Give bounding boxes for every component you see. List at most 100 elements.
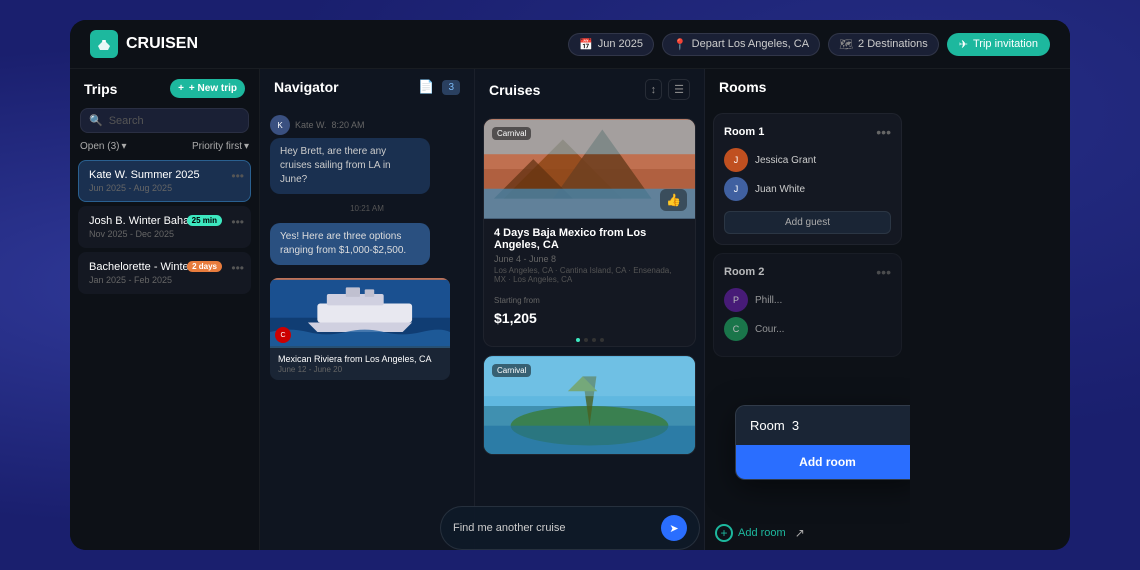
priority-filter-button[interactable]: Priority first ▾ (192, 141, 249, 152)
cruise-card-small[interactable]: C Mexican Riviera from Los Angeles, CA J… (270, 278, 450, 380)
add-guest-button[interactable]: Add guest (724, 211, 891, 234)
starting-from: Starting from (494, 296, 540, 305)
dot (600, 338, 604, 342)
date-pill[interactable]: 📅 Jun 2025 (568, 33, 654, 56)
calendar-icon: 📅 (579, 38, 593, 51)
cruise-card-image: Carnival 👍 (484, 119, 695, 219)
message-bubble: Yes! Here are three options ranging from… (270, 223, 430, 265)
bottom-chat: ➤ (440, 506, 700, 550)
cruise-card-date: June 12 - June 20 (278, 365, 442, 374)
cruise-logo-tag: Carnival (492, 127, 531, 140)
message-time: 8:20 AM (332, 120, 365, 130)
send-icon: ➤ (669, 522, 678, 535)
room-name-input[interactable] (736, 406, 910, 445)
filter-row: Open (3) ▾ Priority first ▾ (70, 141, 259, 160)
open-filter-button[interactable]: Open (3) ▾ (80, 141, 127, 152)
logo: CRUISEN (90, 30, 198, 58)
cruise-logo: C (275, 327, 291, 343)
destinations-pill[interactable]: 🗺 2 Destinations (828, 33, 939, 56)
depart-pill[interactable]: 📍 Depart Los Angeles, CA (662, 33, 820, 56)
trip-item[interactable]: Josh B. Winter Bahamas Nov 2025 - Dec 20… (78, 206, 251, 248)
room-guest: C Cour... (724, 317, 891, 341)
cruise-dates: June 4 - June 8 (494, 254, 685, 264)
trips-column-header: Trips + + New trip (70, 69, 259, 108)
room-guest: P Phill... (724, 288, 891, 312)
trip-invitation-button[interactable]: ✈ Trip invitation (947, 33, 1050, 56)
room-label: Room 1 (724, 126, 764, 138)
new-trip-button[interactable]: + + New trip (170, 79, 245, 98)
cruise-price-row: Starting from (494, 290, 685, 308)
trip-menu-icon[interactable]: ••• (231, 261, 244, 275)
room-guest: J Jessica Grant (724, 148, 891, 172)
dot (584, 338, 588, 342)
room-guest: J Juan White (724, 177, 891, 201)
trip-menu-icon[interactable]: ••• (231, 215, 244, 229)
message-bubble: Hey Brett, are there any cruises sailing… (270, 138, 430, 194)
cruise-card[interactable]: Carnival (483, 355, 696, 455)
room-label: Room 2 (724, 266, 764, 278)
search-input[interactable] (109, 115, 240, 127)
header: CRUISEN 📅 Jun 2025 📍 Depart Los Angeles,… (70, 20, 1070, 69)
rooms-title: Rooms (719, 79, 766, 95)
guest-name: Cour... (755, 324, 784, 335)
chat-area: K Kate W. 8:20 AM Hey Brett, are there a… (260, 105, 474, 550)
send-button[interactable]: ➤ (661, 515, 687, 541)
confirm-add-room-button[interactable]: Add room (736, 445, 910, 479)
room-menu-button[interactable]: ••• (876, 264, 891, 280)
trip-list: Kate W. Summer 2025 Jun 2025 - Aug 2025 … (70, 160, 259, 294)
add-room-popup: Add room (735, 405, 910, 480)
filter-button[interactable]: ☰ (668, 79, 690, 100)
room-card-header: Room 2 ••• (724, 264, 891, 280)
cruise-card[interactable]: Carnival 👍 4 Days Baja Mexico from Los A… (483, 118, 696, 347)
navigator-title: Navigator (274, 79, 339, 95)
cruises-column: Cruises ↕ ☰ (475, 69, 705, 550)
trips-column: Trips + + New trip 🔍 Open (3) ▾ Priority… (70, 69, 260, 550)
chat-message: Yes! Here are three options ranging from… (270, 223, 464, 265)
trip-badge: 25 min (187, 215, 222, 226)
dots-row (484, 334, 695, 346)
add-room-row[interactable]: + Add room ↗ (705, 516, 910, 550)
avatar: J (724, 148, 748, 172)
guest-name: Jessica Grant (755, 155, 816, 166)
cruise-card-body: 4 Days Baja Mexico from Los Angeles, CA … (484, 219, 695, 334)
cruise-card-image: Carnival (484, 356, 695, 455)
trip-menu-icon[interactable]: ••• (231, 169, 244, 183)
room-card: Room 2 ••• P Phill... C Cour... (713, 253, 902, 357)
trip-dates: Jan 2025 - Feb 2025 (89, 275, 240, 285)
cursor-icon: ↗ (795, 526, 805, 540)
location-icon: 📍 (673, 38, 687, 51)
rooms-column: Rooms Room 1 ••• J Jessica Grant J Juan (705, 69, 910, 550)
sort-button[interactable]: ↕ (645, 79, 663, 100)
rooms-column-header: Rooms (705, 69, 910, 105)
trip-item[interactable]: Bachelorette - Winter Jan 2025 - Feb 202… (78, 252, 251, 294)
trip-name: Kate W. Summer 2025 (89, 169, 240, 181)
room-card-header: Room 1 ••• (724, 124, 891, 140)
logo-text: CRUISEN (126, 35, 198, 53)
search-icon: 🔍 (89, 114, 103, 127)
cruises-list: Carnival 👍 4 Days Baja Mexico from Los A… (475, 110, 704, 550)
navigator-column-header: Navigator 📄 3 (260, 69, 474, 105)
avatar: P (724, 288, 748, 312)
room-menu-button[interactable]: ••• (876, 124, 891, 140)
time-separator: 10:21 AM (270, 204, 464, 213)
trip-dates: Jun 2025 - Aug 2025 (89, 183, 240, 193)
cruise-card-name: Mexican Riviera from Los Angeles, CA (278, 354, 442, 364)
trip-item[interactable]: Kate W. Summer 2025 Jun 2025 - Aug 2025 … (78, 160, 251, 202)
cruise-logo-tag: Carnival (492, 364, 531, 377)
cruises-icons: ↕ ☰ (645, 79, 690, 100)
search-box: 🔍 (80, 108, 249, 133)
room-card: Room 1 ••• J Jessica Grant J Juan White … (713, 113, 902, 245)
cruises-column-header: Cruises ↕ ☰ (475, 69, 704, 110)
cruises-title: Cruises (489, 82, 540, 98)
chat-input[interactable] (453, 522, 653, 534)
avatar: C (724, 317, 748, 341)
add-room-icon: + (715, 524, 733, 542)
like-button[interactable]: 👍 (660, 189, 687, 211)
dot (592, 338, 596, 342)
trip-dates: Nov 2025 - Dec 2025 (89, 229, 240, 239)
map-icon: 🗺 (839, 38, 853, 51)
dot (576, 338, 580, 342)
header-controls: 📅 Jun 2025 📍 Depart Los Angeles, CA 🗺 2 … (568, 33, 1050, 56)
app-container: CRUISEN 📅 Jun 2025 📍 Depart Los Angeles,… (70, 20, 1070, 550)
cruise-card-image: C (270, 278, 450, 348)
